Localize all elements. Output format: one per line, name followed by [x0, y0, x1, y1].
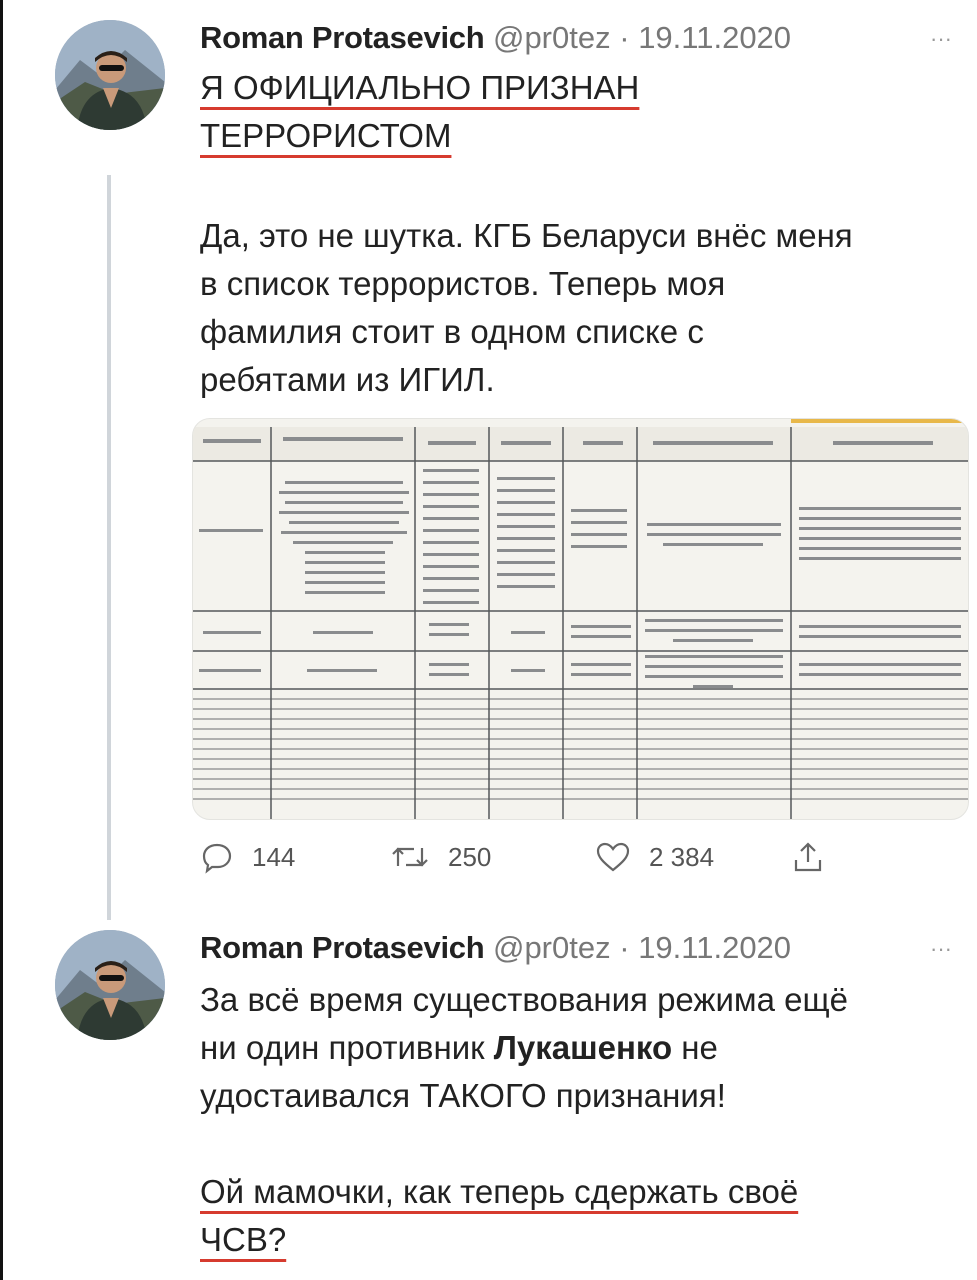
body-line: в список террористов. Теперь моя: [200, 265, 726, 302]
retweet-icon: [392, 847, 428, 867]
closing-line-1: Ой мамочки, как теперь сдержать своё: [200, 1173, 799, 1210]
author-handle[interactable]: @pr0tez: [493, 20, 611, 55]
author-handle[interactable]: @pr0tez: [493, 930, 611, 965]
tweet-date[interactable]: 19.11.2020: [638, 20, 791, 55]
avatar[interactable]: [55, 930, 165, 1040]
body-line: ни один противник Лукашенко не: [200, 1024, 970, 1072]
tweet-1: Roman Protasevich @pr0tez · 19.11.2020 ·…: [0, 0, 977, 920]
avatar[interactable]: [55, 20, 165, 130]
closing-line-2: ЧСВ?: [200, 1221, 287, 1258]
body-line: удостаивался ТАКОГО признания!: [200, 1077, 726, 1114]
attached-image-spreadsheet[interactable]: [192, 418, 969, 820]
tweet-text: Я ОФИЦИАЛЬНО ПРИЗНАН ТЕРРОРИСТОМ Да, это…: [200, 64, 970, 404]
share-button[interactable]: [792, 840, 824, 874]
body-line: За всё время существования режима ещё: [200, 981, 848, 1018]
reply-count: 144: [252, 841, 296, 872]
spreadsheet-preview: [193, 427, 968, 819]
body-line: ребятами из ИГИЛ.: [200, 361, 495, 398]
like-count: 2 384: [649, 841, 715, 872]
headline-line-1: Я ОФИЦИАЛЬНО ПРИЗНАН: [200, 69, 640, 106]
body-line: Да, это не шутка. КГБ Беларуси внёс меня: [200, 217, 853, 254]
like-button[interactable]: 2 384: [595, 840, 714, 874]
tweet-header: Roman Protasevich @pr0tez · 19.11.2020: [200, 928, 791, 968]
author-name[interactable]: Roman Protasevich: [200, 930, 485, 965]
body-line: фамилия стоит в одном списке с: [200, 313, 704, 350]
thread-line: [107, 175, 111, 920]
body-text: ни один противник: [200, 1029, 494, 1066]
reply-button[interactable]: 144: [200, 840, 295, 874]
tweet-2: Roman Protasevich @pr0tez · 19.11.2020 ·…: [0, 920, 977, 1280]
more-icon[interactable]: ···: [930, 22, 952, 56]
author-name[interactable]: Roman Protasevich: [200, 20, 485, 55]
tweet-header: Roman Protasevich @pr0tez · 19.11.2020: [200, 18, 791, 58]
tweet-text: За всё время существования режима ещё ни…: [200, 976, 970, 1264]
share-icon: [794, 842, 822, 872]
headline-line-2: ТЕРРОРИСТОМ: [200, 117, 452, 154]
body-text: не: [672, 1029, 718, 1066]
tweet-actions: 144 250 2 384: [200, 840, 900, 880]
separator: ·: [619, 930, 630, 965]
more-icon[interactable]: ···: [930, 932, 952, 966]
tweet-date[interactable]: 19.11.2020: [638, 930, 791, 965]
like-icon: [596, 842, 630, 872]
retweet-button[interactable]: 250: [390, 840, 491, 874]
bold-name: Лукашенко: [493, 1029, 673, 1066]
reply-icon: [202, 843, 232, 874]
separator: ·: [619, 20, 630, 55]
sheet-accent: [791, 419, 968, 423]
retweet-count: 250: [448, 841, 492, 872]
